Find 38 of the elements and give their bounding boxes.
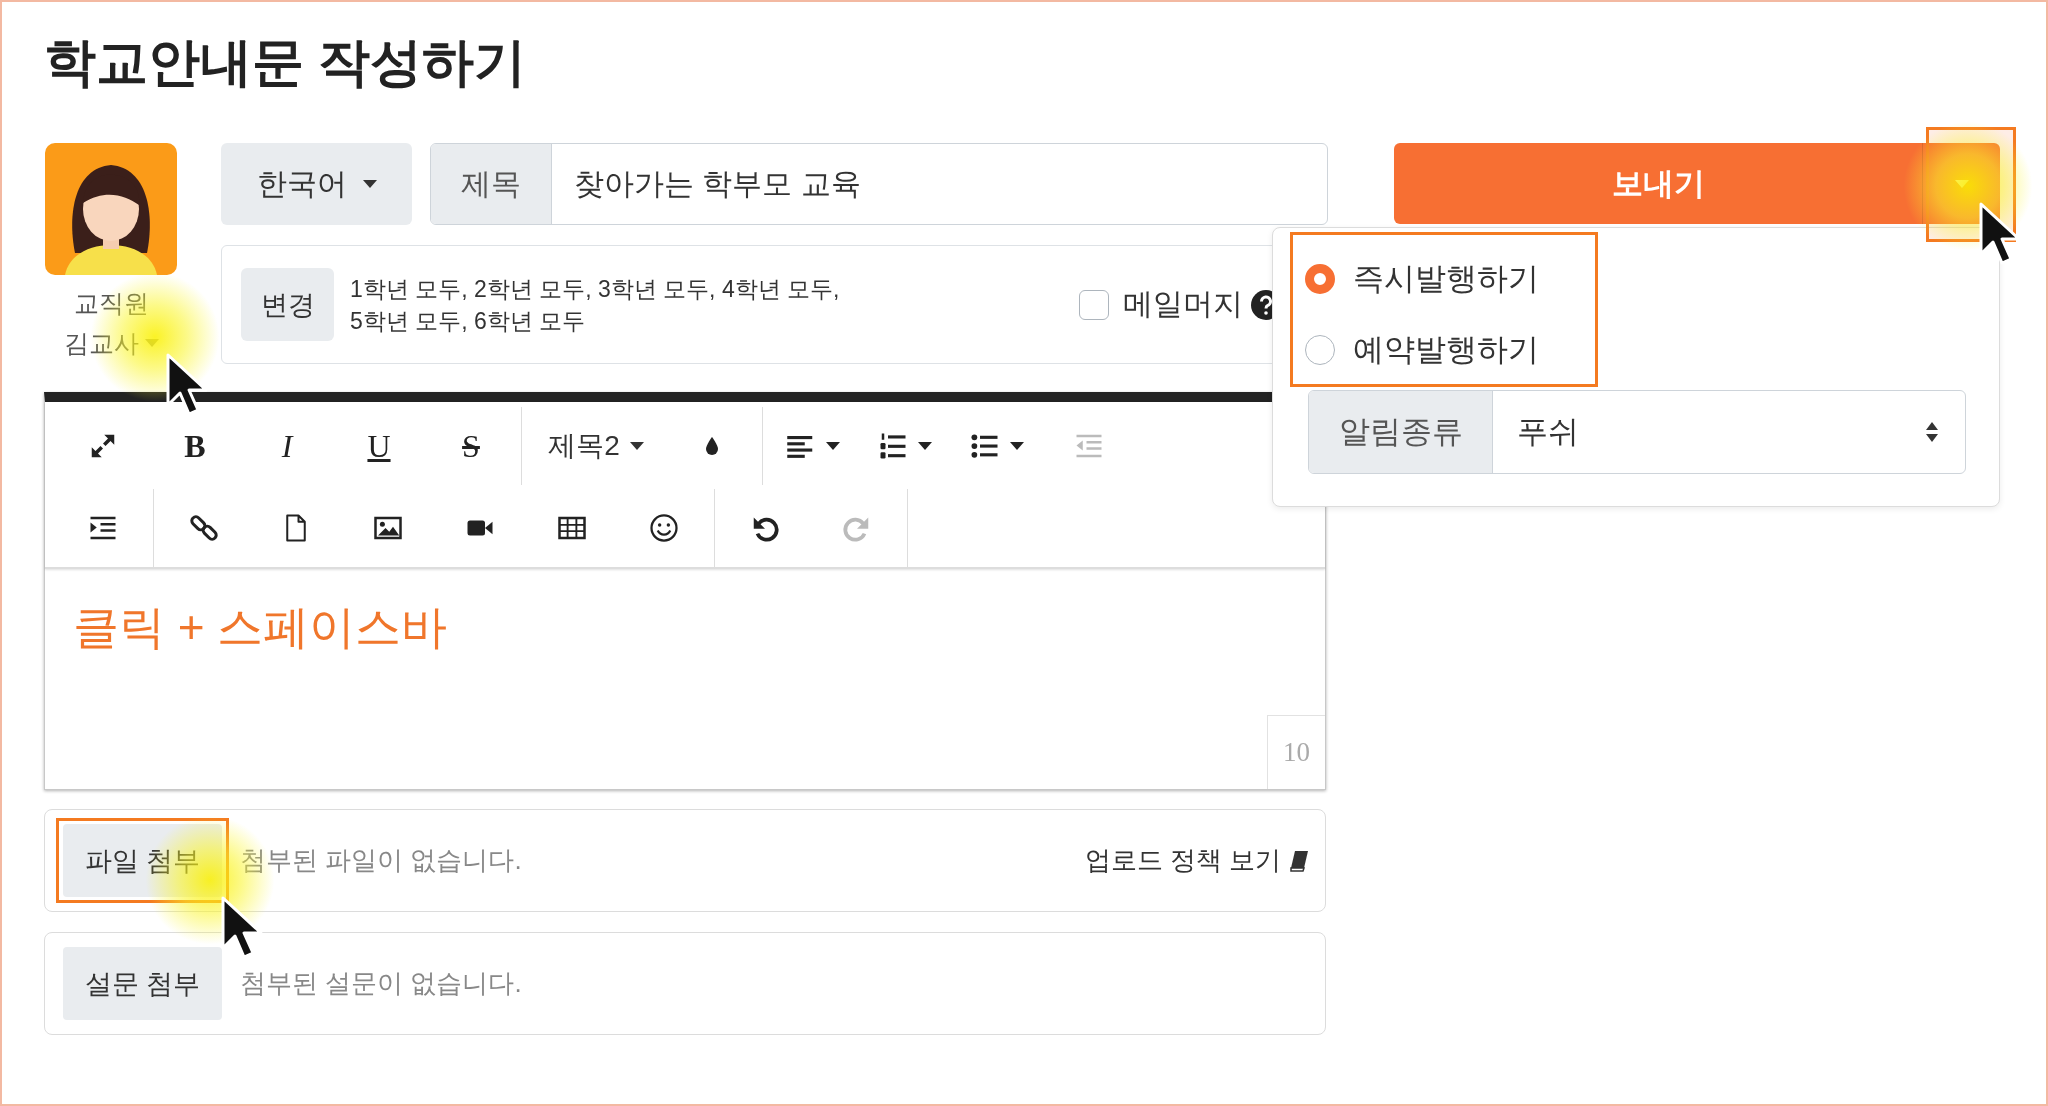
- caret-icon: [144, 339, 159, 347]
- book-icon: [1289, 849, 1309, 872]
- recipients-text: 1학년 모두, 2학년 모두, 3학년 모두, 4학년 모두, 5학년 모두, 6학년 모두: [350, 274, 840, 336]
- publish-option[interactable]: 예약발행하기: [1305, 314, 1595, 385]
- caret-icon: [826, 442, 840, 450]
- mail-merge-label: 메일머지: [1123, 286, 1243, 322]
- notification-type-select[interactable]: 알림종류 푸쉬: [1308, 390, 1966, 474]
- sort-icon: [1925, 421, 1939, 443]
- caret-icon: [1010, 442, 1024, 450]
- caret-icon: [362, 180, 377, 188]
- page-title: 학교안내문 작성하기: [44, 32, 528, 93]
- character-counter: 10: [1267, 715, 1325, 789]
- link-icon: [189, 513, 219, 543]
- bullet-list-icon: [970, 431, 1000, 461]
- user-role: 교직원: [73, 288, 149, 319]
- attach-button[interactable]: 파일 첨부: [63, 824, 222, 897]
- mail-merge-checkbox[interactable]: [1079, 289, 1109, 320]
- radio-button[interactable]: [1305, 334, 1335, 365]
- language-dropdown[interactable]: 한국어: [221, 143, 412, 225]
- heading-dropdown[interactable]: 제목2: [526, 407, 666, 485]
- smiley-icon: [649, 513, 679, 543]
- numbered-list-icon: [878, 431, 908, 461]
- subject-field[interactable]: 제목 찾아가는 학부모 교육: [430, 143, 1328, 225]
- editor-text: 클릭 + 스페이스바: [72, 600, 449, 655]
- send-options-toggle[interactable]: [1922, 143, 2000, 224]
- caret-icon: [1954, 179, 1969, 188]
- radio-button[interactable]: [1305, 263, 1335, 294]
- bold-button[interactable]: B: [149, 407, 241, 485]
- caret-icon: [918, 442, 932, 450]
- attach-button[interactable]: 설문 첨부: [63, 947, 222, 1020]
- upload-policy-link[interactable]: 업로드 정책 보기: [1084, 843, 1309, 878]
- caret-icon: [629, 442, 644, 450]
- italic-button[interactable]: I: [241, 407, 333, 485]
- change-button[interactable]: 변경: [241, 268, 334, 341]
- attachment-status: 첨부된 설문이 없습니다.: [240, 967, 522, 1000]
- underline-button[interactable]: U: [333, 407, 425, 485]
- strike-button[interactable]: S: [425, 407, 517, 485]
- publish-option[interactable]: 즉시발행하기: [1305, 243, 1595, 314]
